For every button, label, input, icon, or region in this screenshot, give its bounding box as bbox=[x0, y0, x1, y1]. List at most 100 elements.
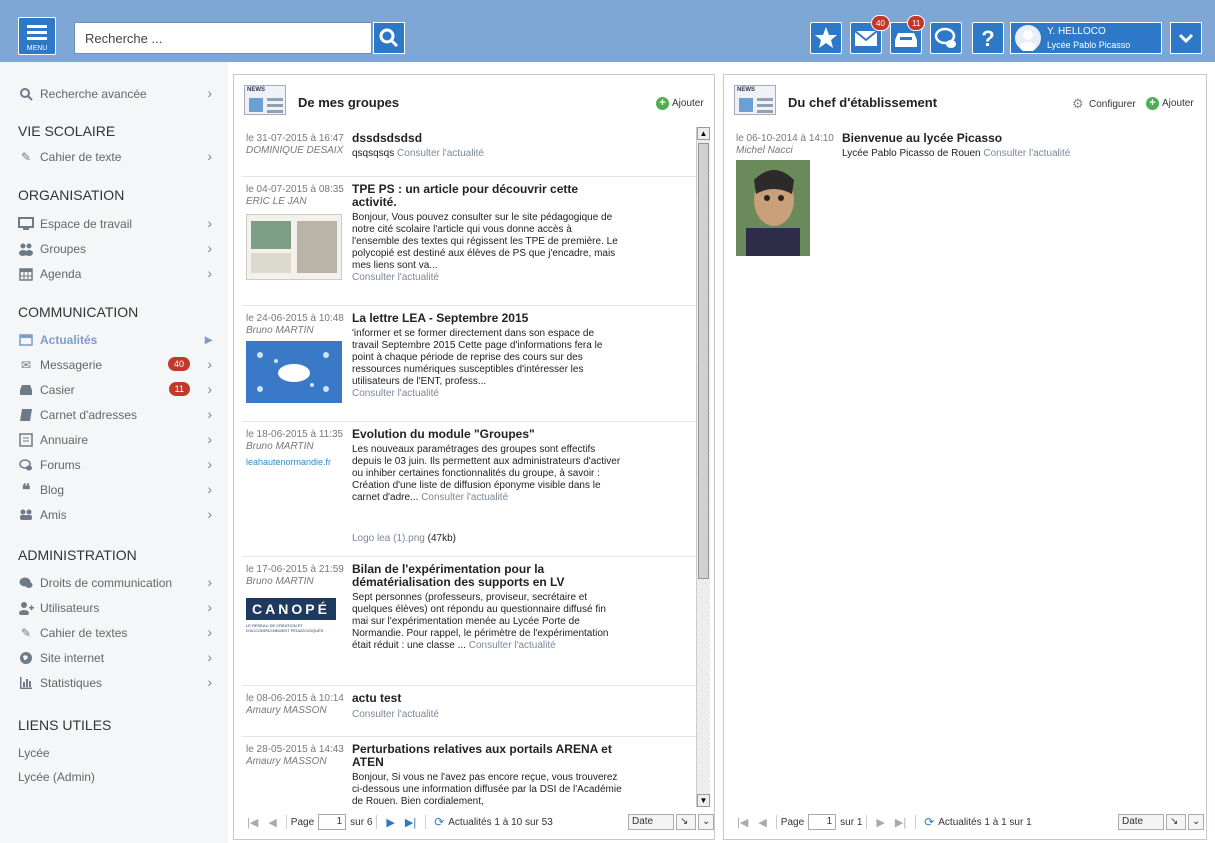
sidebar-item-droits-communication[interactable]: Droits de communication › bbox=[18, 572, 218, 594]
consult-link[interactable]: Consulter l'actualité bbox=[421, 492, 508, 503]
panel-title: Du chef d'établissement bbox=[788, 95, 938, 110]
news-title[interactable]: dssdsdsdsd bbox=[352, 132, 622, 145]
news-title[interactable]: actu test bbox=[352, 692, 622, 705]
news-title[interactable]: TPE PS : un article pour découvrir cette… bbox=[352, 183, 622, 209]
envelope-icon: ✉ bbox=[20, 358, 32, 372]
add-news-button[interactable]: + Ajouter bbox=[656, 97, 704, 110]
next-page-icon[interactable]: ▶ bbox=[876, 816, 884, 829]
list-item[interactable]: le 17-06-2015 à 21:59 Bruno MARTIN CANOP… bbox=[242, 558, 700, 686]
scroll-thumb[interactable] bbox=[698, 143, 709, 579]
sidebar-item-messagerie[interactable]: ✉ Messagerie 40 › bbox=[18, 354, 218, 376]
consult-link[interactable]: Consulter l'actualité bbox=[983, 148, 1070, 159]
forums-button[interactable] bbox=[930, 22, 962, 54]
sidebar-item-cahier-de-textes[interactable]: ✎ Cahier de textes › bbox=[18, 622, 218, 644]
sidebar-item-casier[interactable]: Casier 11 › bbox=[18, 379, 218, 401]
news-title[interactable]: Perturbations relatives aux portails ARE… bbox=[352, 743, 622, 769]
news-body: 'informer et se former directement dans … bbox=[352, 328, 603, 399]
sidebar-item-utilisateurs[interactable]: Utilisateurs › bbox=[18, 597, 218, 619]
consult-link[interactable]: Consulter l'actualité bbox=[352, 272, 439, 283]
sort-direction-icon[interactable]: ↘ bbox=[1166, 814, 1186, 830]
user-menu[interactable]: Y. HELLOCO Lycée Pablo Picasso bbox=[1010, 22, 1162, 54]
consult-link[interactable]: Consulter l'actualité bbox=[352, 388, 439, 399]
news-title[interactable]: Evolution du module "Groupes" bbox=[352, 428, 622, 441]
sort-select[interactable]: Date bbox=[628, 814, 674, 830]
news-title[interactable]: Bilan de l'expérimentation pour la démat… bbox=[352, 563, 622, 589]
sidebar-item-annuaire[interactable]: Annuaire › bbox=[18, 429, 218, 451]
attachment-name[interactable]: Logo lea (1).png bbox=[352, 533, 425, 544]
list-item[interactable]: le 04-07-2015 à 08:35 ERIC LE JAN TPE PS… bbox=[242, 178, 700, 306]
link-lycee[interactable]: Lycée bbox=[18, 746, 50, 760]
vertical-scrollbar[interactable]: ▲ ▼ bbox=[696, 127, 710, 807]
sidebar-item-agenda[interactable]: Agenda › bbox=[18, 263, 218, 285]
last-page-icon[interactable]: ▶| bbox=[405, 816, 416, 829]
sidebar-item-advanced-search[interactable]: Recherche avancée › bbox=[18, 83, 218, 105]
chat-bubble-icon bbox=[18, 457, 34, 473]
prev-page-icon[interactable]: ◀ bbox=[268, 816, 276, 829]
attachment[interactable]: Logo lea (1).png (47kb) bbox=[352, 533, 622, 545]
scroll-up-arrow-icon[interactable]: ▲ bbox=[697, 127, 710, 140]
directory-icon bbox=[18, 432, 34, 448]
chevron-right-icon: › bbox=[207, 624, 212, 640]
newspaper-icon: NEWS bbox=[734, 85, 776, 115]
sidebar-item-label: Droits de communication bbox=[40, 576, 173, 590]
news-date: le 18-06-2015 à 11:35 bbox=[246, 429, 344, 440]
sidebar-item-forums[interactable]: Forums › bbox=[18, 454, 218, 476]
menu-button[interactable]: MENU bbox=[18, 17, 56, 55]
sidebar-item-amis[interactable]: Amis › bbox=[18, 504, 218, 526]
section-title-liens-utiles: LIENS UTILES bbox=[18, 717, 112, 733]
favorites-button[interactable] bbox=[810, 22, 842, 54]
chevron-right-icon: › bbox=[207, 506, 212, 522]
chevron-down-icon[interactable]: ⌄ bbox=[698, 814, 714, 830]
consult-link[interactable]: Consulter l'actualité bbox=[469, 640, 556, 651]
sort-direction-icon[interactable]: ↘ bbox=[676, 814, 696, 830]
help-button[interactable]: ? bbox=[972, 22, 1004, 54]
sidebar-item-cahier-de-texte[interactable]: ✎ Cahier de texte › bbox=[18, 146, 218, 168]
cloud-network-thumbnail bbox=[246, 341, 342, 403]
scroll-down-arrow-icon[interactable]: ▼ bbox=[697, 794, 710, 807]
chevron-down-icon[interactable]: ⌄ bbox=[1188, 814, 1204, 830]
add-news-button[interactable]: + Ajouter bbox=[1146, 97, 1194, 110]
list-item[interactable]: le 31-07-2015 à 16:47 DOMINIQUE DESAIX d… bbox=[242, 127, 700, 177]
first-page-icon[interactable]: |◀ bbox=[247, 816, 258, 829]
chevron-right-icon: › bbox=[207, 265, 212, 281]
sidebar-item-groupes[interactable]: Groupes › bbox=[18, 238, 218, 260]
consult-link[interactable]: Consulter l'actualité bbox=[352, 709, 439, 720]
pagination-bar: |◀ ◀ Page 1 sur 6 ▶ ▶| ⟳ Actualités 1 à … bbox=[242, 811, 714, 833]
sidebar-item-site-internet[interactable]: Site internet › bbox=[18, 647, 218, 669]
locker-button[interactable]: 11 bbox=[890, 15, 926, 54]
list-item[interactable]: le 24-06-2015 à 10:48 Bruno MARTIN La le… bbox=[242, 307, 700, 422]
last-page-icon[interactable]: ▶| bbox=[895, 816, 906, 829]
sort-select[interactable]: Date bbox=[1118, 814, 1164, 830]
list-item[interactable]: le 06-10-2014 à 14:10 Michel Nacci Bienv… bbox=[732, 127, 1198, 267]
page-number-input[interactable]: 1 bbox=[808, 814, 837, 830]
sidebar-item-label: Actualités bbox=[40, 333, 98, 347]
configure-button[interactable]: ⚙ Configurer bbox=[1072, 97, 1136, 111]
next-page-icon[interactable]: ▶ bbox=[386, 816, 394, 829]
plus-circle-icon: + bbox=[1146, 97, 1159, 110]
consult-link[interactable]: Consulter l'actualité bbox=[397, 148, 484, 159]
sidebar-item-carnet-adresses[interactable]: Carnet d'adresses › bbox=[18, 404, 218, 426]
messages-button[interactable]: 40 bbox=[850, 15, 890, 54]
friends-icon bbox=[18, 507, 34, 523]
refresh-icon[interactable]: ⟳ bbox=[924, 815, 934, 829]
sidebar-item-statistiques[interactable]: Statistiques › bbox=[18, 672, 218, 694]
sidebar-item-label: Site internet bbox=[40, 651, 105, 665]
user-silhouette-icon bbox=[1020, 30, 1036, 52]
sidebar-item-actualites[interactable]: Actualités ▸ bbox=[18, 329, 218, 351]
news-title[interactable]: Bienvenue au lycée Picasso bbox=[842, 132, 1142, 145]
link-lycee-admin[interactable]: Lycée (Admin) bbox=[18, 770, 95, 784]
list-item[interactable]: le 08-06-2015 à 10:14 Amaury MASSON actu… bbox=[242, 687, 700, 737]
first-page-icon[interactable]: |◀ bbox=[737, 816, 748, 829]
sidebar-item-blog[interactable]: ❝ Blog › bbox=[18, 479, 218, 501]
refresh-icon[interactable]: ⟳ bbox=[434, 815, 444, 829]
page-number-input[interactable]: 1 bbox=[318, 814, 347, 830]
sidebar-item-espace-de-travail[interactable]: Espace de travail › bbox=[18, 213, 218, 235]
search-button[interactable] bbox=[373, 22, 405, 54]
news-title[interactable]: La lettre LEA - Septembre 2015 bbox=[352, 312, 622, 325]
user-dropdown-button[interactable] bbox=[1170, 22, 1202, 54]
list-item[interactable]: le 18-06-2015 à 11:35 Bruno MARTIN leaha… bbox=[242, 423, 700, 557]
prev-page-icon[interactable]: ◀ bbox=[758, 816, 766, 829]
search-input[interactable]: Recherche ... bbox=[74, 22, 372, 54]
globe-icon bbox=[18, 650, 34, 666]
list-item[interactable]: le 28-05-2015 à 14:43 Amaury MASSON Pert… bbox=[242, 738, 700, 808]
